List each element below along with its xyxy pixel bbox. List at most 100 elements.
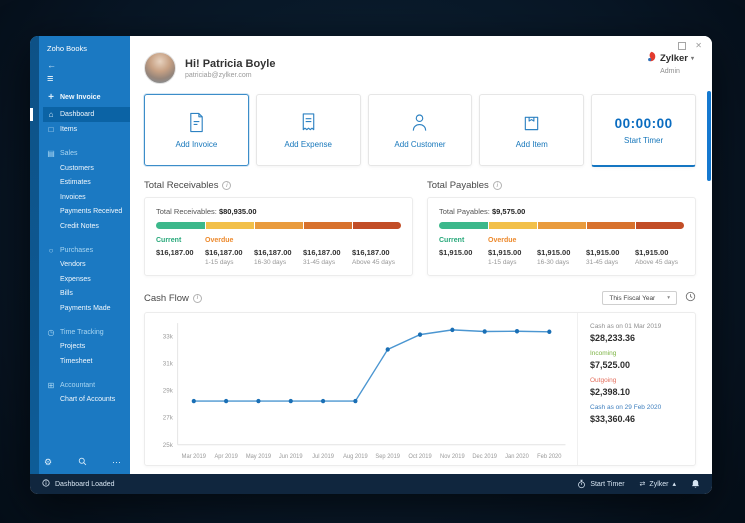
sidebar-item-timesheet[interactable]: Timesheet [43,354,130,369]
sidebar-item-invoices[interactable]: Invoices [43,190,130,205]
close-window-icon[interactable]: ✕ [695,41,702,50]
aging-amount: $1,915.00 [537,248,571,257]
sidebar-item-label: Dashboard [60,111,95,118]
aging-column: Current $16,187.00 [156,237,205,266]
total-label: Total Receivables: [156,207,217,216]
stat-value: $28,233.36 [590,333,636,343]
settings-gear-icon[interactable]: ⚙ [44,457,52,468]
sidebar-item-label: Vendors [60,261,86,269]
stat-label: Incoming [590,350,617,357]
sidebar-footer: ⚙ ⋯ [44,457,121,468]
cashflow-stat: Incoming $7,525.00 [590,350,685,370]
info-icon[interactable]: i [222,181,232,190]
aging-column-label [352,237,401,246]
sidebar-item-vendors[interactable]: Vendors [43,258,130,273]
cashflow-stat: Cash as on 29 Feb 2020 $33,360.46 [590,404,685,424]
info-icon[interactable]: i [192,293,202,303]
aging-column: $1,915.00 31-45 days [586,237,635,266]
add-customer-card[interactable]: Add Customer [367,94,473,166]
cashflow-panel: 25k 27k 29k 31k 33k Mar 2019 Apr 2019 May 2019 J… [144,312,696,466]
org-dropdown[interactable]: Zylker ▾ [646,51,694,66]
aging-column: Overdue $1,915.00 1-15 days [488,237,537,266]
sidebar-item-purchases[interactable]: ○ Purchases [43,243,130,258]
sidebar: Zoho Books ← ≡ + New Invoice ⌂ Dashboard □ It… [30,36,130,474]
cashflow-stat: Outgoing $2,398.10 [590,377,685,397]
sidebar-item-customers[interactable]: Customers [43,161,130,176]
stat-value: $2,398.10 [590,387,631,397]
card-label: Add Customer [394,139,446,149]
statusbar-org-switcher[interactable]: ⇄ Zylker ▴ [639,480,676,489]
total-receivables-section: Total Receivables i Total Receivables: $… [144,180,413,276]
box-icon: □ [48,125,54,134]
cashflow-stats: Cash as on 01 Mar 2019 $28,233.36 Incoming… [577,313,695,465]
receivables-panel: Total Receivables: $80,935.00 Current $16… [144,197,413,276]
org-name: Zylker [659,53,688,64]
add-expense-card[interactable]: Add Expense [255,94,361,166]
org-role: Admin [660,68,680,75]
aging-column-label [586,237,635,246]
sidebar-item-items[interactable]: □ Items [43,122,130,137]
aging-range: 1-15 days [205,259,234,266]
sidebar-item-estimates[interactable]: Estimates [43,176,130,191]
statusbar-org-name: Zylker [649,480,669,488]
sidebar-item-payments-made[interactable]: Payments Made [43,301,130,316]
svg-text:Feb 2020: Feb 2020 [537,454,562,460]
search-icon[interactable] [78,457,87,468]
svg-text:25k: 25k [163,442,174,449]
statusbar-start-timer[interactable]: Start Timer [577,479,625,489]
sidebar-item-payments-received[interactable]: Payments Received [43,205,130,220]
history-clock-icon[interactable] [685,289,696,307]
clock-icon: ◷ [47,327,55,337]
statusbar-start-timer-label: Start Timer [590,480,625,488]
svg-text:Aug 2019: Aug 2019 [343,454,368,460]
app-window: Zoho Books ← ≡ + New Invoice ⌂ Dashboard □ It… [30,36,712,494]
notification-bell-icon[interactable] [691,479,700,489]
aging-amount: $16,187.00 [352,248,390,257]
stat-label: Outgoing [590,377,617,384]
aging-column: $16,187.00 31-45 days [303,237,352,266]
info-icon[interactable]: i [492,181,502,190]
sidebar-item-dashboard[interactable]: ⌂ Dashboard [30,107,130,122]
more-options-icon[interactable]: ⋯ [112,457,121,468]
sidebar-item-time-tracking[interactable]: ◷ Time Tracking [43,325,130,340]
aging-bar [156,222,401,229]
sidebar-item-expenses[interactable]: Expenses [43,272,130,287]
add-invoice-card[interactable]: Add Invoice [144,94,249,166]
aging-range: Above 45 days [635,259,679,266]
select-value: This Fiscal Year [609,294,656,302]
aging-amount: $1,915.00 [635,248,669,257]
sidebar-nav: + New Invoice ⌂ Dashboard □ Items ▤ Sales Custom… [30,88,130,408]
chevron-down-icon: ▾ [667,295,670,301]
aging-column: Current $1,915.00 [439,237,488,266]
status-bar: Dashboard Loaded Start Timer ⇄ Zylker ▴ [30,474,712,494]
cashflow-header: Cash Flow i This Fiscal Year ▾ [144,289,696,307]
restore-window-icon[interactable] [678,41,687,50]
sidebar-item-label: Bills [60,290,73,298]
timer-card[interactable]: 00:00:00 Start Timer [591,94,696,167]
stat-label: Cash as on 01 Mar 2019 [590,323,662,330]
aging-column-label: Overdue [488,237,517,244]
hamburger-menu-icon[interactable]: ≡ [43,73,130,88]
quick-action-cards: Add Invoice Add Expense Add Customer Add It… [144,94,696,167]
sidebar-item-accountant[interactable]: ⊞ Accountant [43,378,130,393]
caret-up-icon: ▴ [672,481,676,488]
svg-text:Apr 2019: Apr 2019 [214,454,237,460]
card-label: Add Invoice [175,139,218,149]
sidebar-item-sales[interactable]: ▤ Sales [43,146,130,161]
sidebar-item-bills[interactable]: Bills [43,287,130,302]
sidebar-item-projects[interactable]: Projects [43,340,130,355]
sidebar-item-credit-notes[interactable]: Credit Notes [43,219,130,234]
back-arrow-icon[interactable]: ← [43,60,130,73]
fiscal-year-select[interactable]: This Fiscal Year ▾ [602,291,677,305]
sidebar-item-chart-of-accounts[interactable]: Chart of Accounts [43,393,130,408]
swap-icon: ⇄ [639,481,646,488]
invoice-icon [187,112,206,133]
add-item-card[interactable]: Add Item [479,94,585,166]
aging-breakdown: Current $16,187.00 Overdue $16,187.00 1-15 d… [156,237,401,266]
scrollbar-thumb[interactable] [707,91,711,181]
sidebar-item-label: Accountant [60,381,96,389]
aging-column: Overdue $16,187.00 1-15 days [205,237,254,266]
cart-icon: ○ [48,245,54,255]
sidebar-item-new-invoice[interactable]: + New Invoice [43,88,130,107]
section-title: Total Payables [427,180,489,191]
